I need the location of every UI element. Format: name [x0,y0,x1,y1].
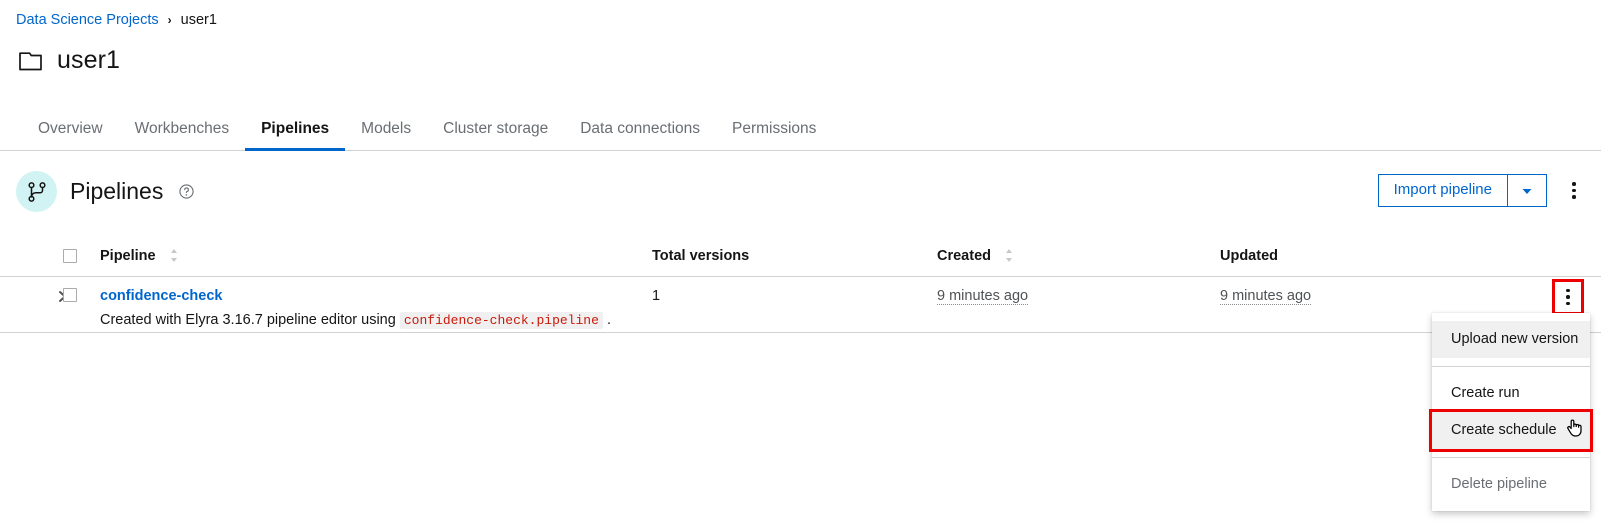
git-branch-icon [16,171,57,212]
description-prefix: Created with Elyra 3.16.7 pipeline edito… [100,312,396,328]
kebab-dot [1566,295,1570,299]
kebab-dot [1572,195,1576,199]
breadcrumb: Data Science Projects › user1 [16,11,217,29]
row-created-cell: 9 minutes ago [937,288,1220,305]
table-header-row: Pipeline Total versions Created Updated [0,236,1601,277]
header-pipeline-label: Pipeline [100,248,156,264]
header-total-versions: Total versions [652,248,750,264]
menu-item-upload-new-version[interactable]: Upload new version [1432,321,1590,358]
menu-item-delete-pipeline[interactable]: Delete pipeline [1432,466,1590,503]
pipelines-heading-label: Pipelines [70,178,164,204]
row-total-versions: 1 [652,288,661,304]
kebab-dot [1572,188,1576,193]
row-kebab-menu-button[interactable] [1552,279,1584,315]
tab-data-connections[interactable]: Data connections [564,120,716,150]
toolbar-actions: Import pipeline [1377,174,1587,207]
pipelines-toolbar: Pipelines Import pipeline [0,152,1601,236]
row-expand-cell [0,288,66,303]
menu-divider [1432,457,1590,458]
menu-item-create-schedule-label: Create schedule [1451,422,1557,438]
tab-permissions[interactable]: Permissions [716,120,832,150]
row-created-timestamp: 9 minutes ago [937,288,1029,305]
kebab-vertical-icon [1572,182,1576,186]
header-created-label: Created [937,248,991,264]
pipelines-table: Pipeline Total versions Created Updated … [0,236,1601,333]
page-title: user1 [57,46,121,74]
help-circle-icon[interactable] [176,184,194,199]
pipeline-name-link[interactable]: confidence-check [100,288,223,304]
table-row: confidence-check Created with Elyra 3.16… [0,277,1601,333]
tab-overview[interactable]: Overview [22,120,119,150]
select-all-checkbox[interactable] [63,249,77,263]
sort-icon[interactable] [995,248,1014,264]
pipelines-section-heading: Pipelines [16,171,194,212]
header-created[interactable]: Created [937,248,1220,264]
row-pipeline-cell: confidence-check Created with Elyra 3.16… [100,288,652,330]
page-root: Data Science Projects › user1 user1 Over… [0,0,1601,530]
pipeline-description: Created with Elyra 3.16.7 pipeline edito… [100,311,652,330]
row-updated-cell: 9 minutes ago [1220,288,1601,305]
description-code-chip: confidence-check.pipeline [399,312,603,329]
header-pipeline[interactable]: Pipeline [100,248,652,264]
import-pipeline-button[interactable]: Import pipeline [1377,174,1507,207]
menu-item-create-run[interactable]: Create run [1432,375,1590,412]
tab-workbenches[interactable]: Workbenches [119,120,245,150]
header-updated: Updated [1220,248,1278,264]
chevron-down-icon [1521,185,1533,197]
row-updated-timestamp: 9 minutes ago [1220,288,1312,305]
tab-bar: Overview Workbenches Pipelines Models Cl… [0,110,1601,151]
import-pipeline-button-group: Import pipeline [1377,174,1547,207]
mouse-cursor-icon [1566,418,1584,438]
row-select-checkbox[interactable] [63,288,77,302]
breadcrumb-separator-icon: › [167,13,172,27]
breadcrumb-current-user1: user1 [180,12,217,28]
tab-pipelines[interactable]: Pipelines [245,120,346,151]
menu-divider [1432,366,1590,367]
kebab-vertical-icon [1566,288,1570,293]
sort-icon[interactable] [160,248,179,264]
row-actions-menu: Upload new version Create run Create sch… [1429,313,1593,511]
row-select-cell [56,288,100,302]
import-pipeline-dropdown-toggle[interactable] [1507,174,1547,207]
select-all-checkbox-cell [56,249,100,263]
menu-item-create-schedule[interactable]: Create schedule [1429,409,1593,452]
page-header: user1 [18,46,120,75]
toolbar-kebab-menu-button[interactable] [1561,175,1587,207]
tab-cluster-storage[interactable]: Cluster storage [427,120,564,150]
kebab-dot [1566,301,1570,306]
tab-models[interactable]: Models [345,120,427,150]
description-suffix: . [606,312,611,328]
breadcrumb-link-data-science-projects[interactable]: Data Science Projects [16,11,159,29]
folder-icon [18,49,44,73]
